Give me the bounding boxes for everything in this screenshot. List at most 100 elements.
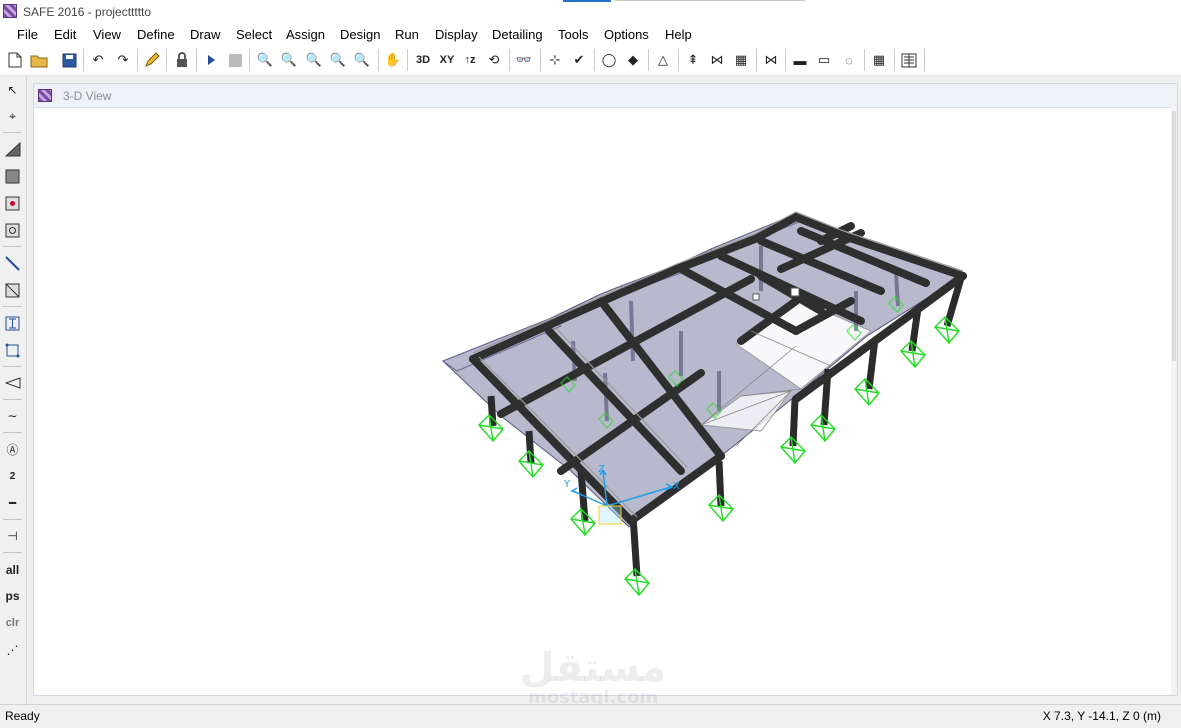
- draw-beam-icon[interactable]: [2, 280, 23, 300]
- toolbar-separator: [83, 49, 84, 71]
- left-toolbar-separator: [3, 432, 22, 433]
- safe-app-icon[interactable]: [3, 4, 17, 18]
- zoom-restore-icon[interactable]: 🔍: [279, 50, 299, 70]
- menu-tools[interactable]: Tools: [558, 27, 588, 42]
- toolbar-separator: [924, 49, 925, 71]
- menu-draw[interactable]: Draw: [190, 27, 220, 42]
- pencil-icon[interactable]: [142, 50, 162, 70]
- snap-icon[interactable]: ⊣: [2, 526, 23, 546]
- toolbar-separator: [540, 49, 541, 71]
- menu-options[interactable]: Options: [604, 27, 649, 42]
- draw-wave-icon[interactable]: ∼: [2, 406, 23, 426]
- draw-wall-icon[interactable]: [2, 340, 23, 360]
- zoom-full-icon[interactable]: 🔍: [304, 50, 324, 70]
- zoom-in-icon[interactable]: 🔍: [328, 50, 348, 70]
- open-folder-icon[interactable]: [29, 50, 49, 70]
- menu-assign[interactable]: Assign: [286, 27, 325, 42]
- zoom-out-icon[interactable]: 🔍: [352, 50, 372, 70]
- menu-bar: File Edit View Define Draw Select Assign…: [0, 23, 1181, 45]
- toolbar-separator: [864, 49, 865, 71]
- draw-point-icon[interactable]: [2, 220, 23, 240]
- menu-select[interactable]: Select: [236, 27, 272, 42]
- toolbar-separator: [196, 49, 197, 71]
- view-3d-button[interactable]: 3D: [413, 50, 433, 70]
- deformed-shape-icon[interactable]: △: [653, 50, 673, 70]
- cursor-coordinates: X 7.3, Y -14.1, Z 0 (m): [1042, 709, 1161, 723]
- toolbar-separator: [648, 49, 649, 71]
- draw-strip-icon[interactable]: [2, 313, 23, 333]
- main-toolbar: ↶ ↷ 🔍 🔍 🔍 🔍 🔍 ✋ 3D XY ↑z ⟲ 👓 ⊹ ✔ ◯ ◆ △ ⇞…: [0, 45, 1181, 76]
- ruler-icon[interactable]: ━: [2, 493, 23, 513]
- menu-detailing[interactable]: Detailing: [492, 27, 543, 42]
- left-toolbar-separator: [3, 399, 22, 400]
- menu-view[interactable]: View: [93, 27, 121, 42]
- toolbar-separator: [785, 49, 786, 71]
- view-xy-button[interactable]: XY: [437, 50, 457, 70]
- axis-y-label: Y: [563, 479, 571, 490]
- select-all-button[interactable]: all: [2, 560, 23, 580]
- toolbar-separator: [407, 49, 408, 71]
- left-toolbar-separator: [3, 306, 22, 307]
- shadow-icon[interactable]: ◆: [623, 50, 643, 70]
- select-cursor-icon[interactable]: ⊹: [545, 50, 565, 70]
- menu-design[interactable]: Design: [340, 27, 380, 42]
- forces-icon[interactable]: ⋈: [707, 50, 727, 70]
- dimension-line-icon[interactable]: 2: [2, 466, 23, 486]
- pointer-select-icon[interactable]: ↖: [2, 80, 23, 100]
- toolbar-separator: [166, 49, 167, 71]
- view-window: 3-D View X Y Z: [33, 83, 1178, 696]
- draw-rect-area-icon[interactable]: [2, 166, 23, 186]
- axis-x-label: X: [673, 481, 680, 492]
- left-toolbar-separator: [3, 246, 22, 247]
- strip-forces-icon[interactable]: ⋈: [761, 50, 781, 70]
- reshape-icon[interactable]: ⌖: [2, 106, 23, 126]
- menu-file[interactable]: File: [17, 27, 38, 42]
- clear-selection-button[interactable]: clr: [2, 613, 23, 633]
- reactions-icon[interactable]: ⇞: [683, 50, 703, 70]
- check-model-icon[interactable]: ✔: [569, 50, 589, 70]
- toolbar-separator: [678, 49, 679, 71]
- zoom-window-icon[interactable]: 🔍: [255, 50, 275, 70]
- toolbar-separator: [509, 49, 510, 71]
- view-options-glasses-icon[interactable]: 👓: [514, 50, 534, 70]
- pan-hand-icon[interactable]: ✋: [383, 50, 403, 70]
- new-file-icon[interactable]: [5, 50, 25, 70]
- design-strip-icon[interactable]: Ⓐ: [2, 439, 23, 459]
- previous-selection-button[interactable]: ps: [2, 586, 23, 606]
- view-elevation-button[interactable]: ↑z: [460, 50, 480, 70]
- draw-slab-icon[interactable]: [2, 139, 23, 159]
- tables-grid-icon[interactable]: ▦: [869, 50, 889, 70]
- run-icon[interactable]: [201, 50, 221, 70]
- left-toolbar-separator: [3, 366, 22, 367]
- window-title: SAFE 2016 - projecttttto: [23, 5, 152, 19]
- menu-edit[interactable]: Edit: [54, 27, 76, 42]
- toolbar-separator: [756, 49, 757, 71]
- slab-forces-icon[interactable]: ▭: [814, 50, 834, 70]
- intersect-select-icon[interactable]: ⋰: [2, 640, 23, 660]
- run-disabled-icon[interactable]: [225, 50, 245, 70]
- title-divider-line: [615, 0, 805, 1]
- circle-icon[interactable]: ◯: [599, 50, 619, 70]
- rotate-view-icon[interactable]: ⟲: [484, 50, 504, 70]
- report-icon[interactable]: [899, 50, 919, 70]
- toolbar-separator: [137, 49, 138, 71]
- menu-run[interactable]: Run: [395, 27, 419, 42]
- left-toolbar-separator: [3, 132, 22, 133]
- menu-help[interactable]: Help: [665, 27, 692, 42]
- draw-tendon-icon[interactable]: [2, 373, 23, 393]
- menu-define[interactable]: Define: [137, 27, 175, 42]
- draw-line-icon[interactable]: [2, 253, 23, 273]
- lock-icon[interactable]: [172, 50, 192, 70]
- beam-forces-icon[interactable]: ▬: [790, 50, 810, 70]
- undo-icon[interactable]: ↶: [88, 50, 108, 70]
- toolbar-separator: [894, 49, 895, 71]
- draw-column-icon[interactable]: [2, 193, 23, 213]
- save-icon[interactable]: [59, 50, 79, 70]
- toolbar-separator: [594, 49, 595, 71]
- stress-icon[interactable]: ▦: [731, 50, 751, 70]
- structural-model-canvas[interactable]: X Y Z: [34, 84, 1177, 695]
- redo-icon[interactable]: ↷: [113, 50, 133, 70]
- punching-shear-icon[interactable]: ◌: [839, 50, 859, 70]
- toolbar-separator: [378, 49, 379, 71]
- menu-display[interactable]: Display: [435, 27, 478, 42]
